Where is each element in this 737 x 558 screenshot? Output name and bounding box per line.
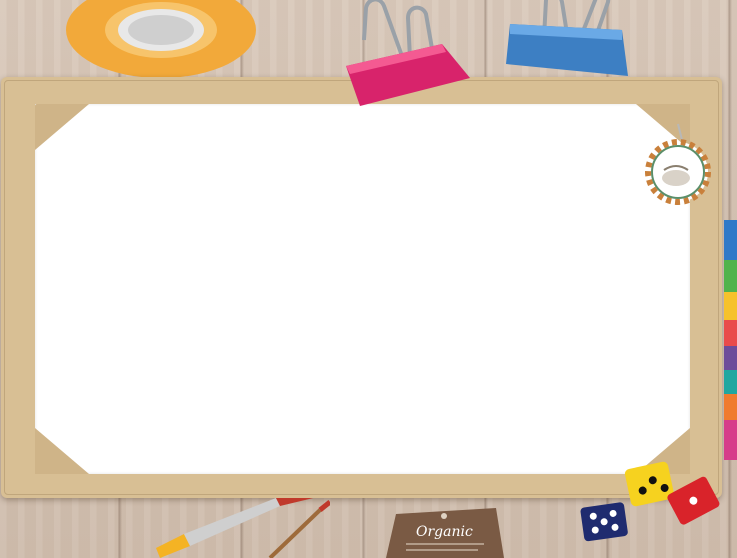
round-tag-icon	[645, 123, 711, 205]
blank-canvas	[35, 104, 690, 474]
blue-binder-clip-icon	[506, 0, 628, 76]
photo-frame	[1, 77, 722, 498]
scrapbook-background: Organic	[0, 0, 737, 558]
organic-label-tag: Organic	[386, 508, 504, 558]
paint-brushes-icon	[156, 498, 330, 558]
tape-roll-icon	[66, 0, 256, 78]
pink-binder-clip-icon	[346, 0, 470, 106]
colored-pencils-icon	[724, 220, 737, 460]
organic-tag-title: Organic	[416, 524, 473, 540]
dice-icon	[580, 461, 720, 542]
